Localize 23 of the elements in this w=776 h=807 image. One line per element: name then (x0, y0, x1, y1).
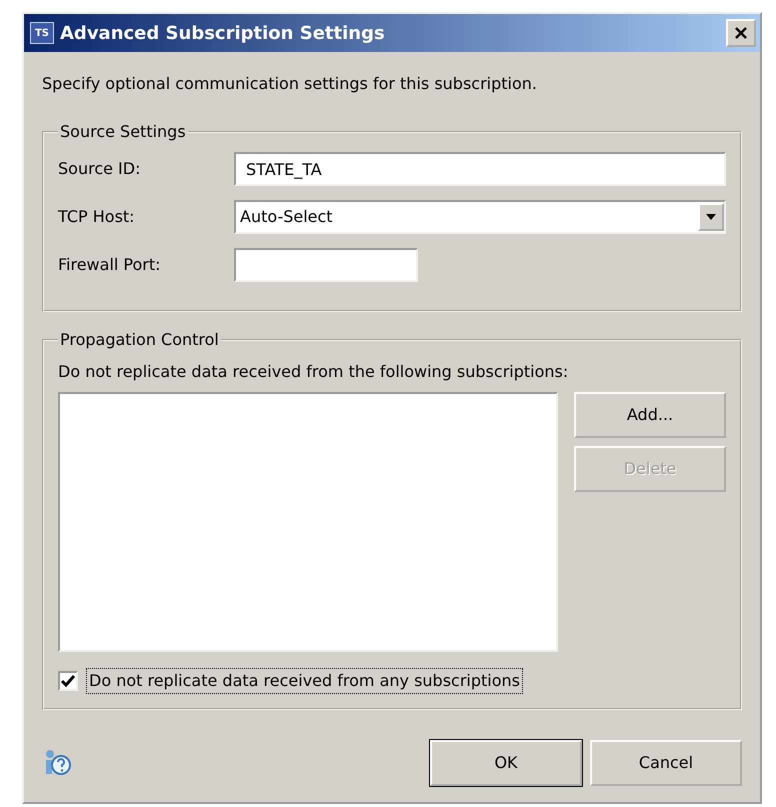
group-title: Propagation Control (59, 329, 220, 351)
dropdown-value: Auto-Select (240, 206, 333, 228)
cancel-button[interactable]: Cancel (590, 740, 742, 786)
intro-text: Specify optional communication settings for this subscription. (42, 73, 538, 95)
close-icon (734, 26, 748, 40)
field-label: TCP Host: (58, 206, 136, 228)
checkbox[interactable] (58, 671, 78, 691)
field-label: Firewall Port: (58, 254, 162, 276)
window-title: Advanced Subscription Settings (60, 22, 385, 46)
close-button[interactable] (726, 19, 756, 47)
input-field[interactable]: STATE_TA (234, 152, 726, 186)
dropdown-button[interactable] (698, 203, 724, 231)
caret-icon (706, 214, 716, 220)
description-text: Do not replicate data received from the following subscriptions: (58, 361, 570, 383)
checkmark-icon (61, 675, 75, 687)
group-title: Source Settings (59, 121, 187, 143)
input-field[interactable] (234, 248, 418, 282)
add-button[interactable]: Add... (574, 392, 726, 438)
app-icon: TS (30, 22, 54, 44)
field-label: Source ID: (58, 158, 142, 180)
checkbox-label[interactable]: Do not replicate data received from any subscriptions (86, 668, 523, 694)
dropdown-field[interactable]: Auto-Select (234, 200, 726, 234)
ok-button[interactable]: OK (430, 740, 582, 786)
